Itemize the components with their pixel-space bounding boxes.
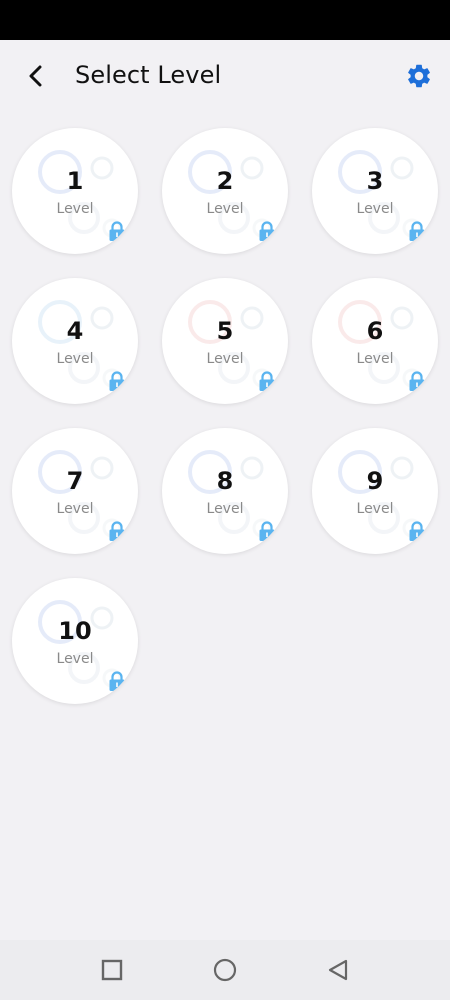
square-icon: [101, 959, 123, 981]
level-number: 9: [366, 467, 384, 495]
lock-icon: [109, 221, 125, 241]
lock-icon: [409, 221, 425, 241]
level-caption: Level: [206, 501, 244, 517]
level-caption: Level: [56, 501, 94, 517]
level-number: 2: [216, 167, 234, 195]
level-caption: Level: [56, 201, 94, 217]
level-caption: Level: [56, 651, 94, 667]
level-number: 1: [66, 167, 84, 195]
lock-icon: [259, 371, 275, 391]
lock-icon: [109, 521, 125, 541]
level-caption: Level: [356, 501, 394, 517]
level-caption: Level: [356, 201, 394, 217]
level-number: 8: [216, 467, 234, 495]
lock-icon: [259, 221, 275, 241]
lock-icon: [109, 671, 125, 691]
lock-icon: [409, 371, 425, 391]
system-back-button[interactable]: [325, 957, 351, 983]
level-caption: Level: [356, 351, 394, 367]
recents-button[interactable]: [99, 957, 125, 983]
level-number: 7: [66, 467, 84, 495]
level-card[interactable]: 3 Level: [312, 128, 438, 254]
level-card[interactable]: 8 Level: [162, 428, 288, 554]
level-card[interactable]: 5 Level: [162, 278, 288, 404]
level-number: 10: [58, 617, 92, 645]
home-button[interactable]: [212, 957, 238, 983]
level-grid: 1 Level 2 Level 3 Level 4 Level 5 Level 6 Level 7 Lev…: [0, 0, 450, 940]
level-number: 3: [366, 167, 384, 195]
triangle-back-icon: [328, 959, 348, 981]
lock-icon: [259, 521, 275, 541]
level-number: 4: [66, 317, 84, 345]
lock-icon: [109, 371, 125, 391]
level-caption: Level: [206, 351, 244, 367]
level-card[interactable]: 4 Level: [12, 278, 138, 404]
level-number: 6: [366, 317, 384, 345]
level-card[interactable]: 1 Level: [12, 128, 138, 254]
circle-icon: [213, 958, 237, 982]
system-nav-bar: [0, 940, 450, 1000]
level-caption: Level: [206, 201, 244, 217]
level-caption: Level: [56, 351, 94, 367]
level-card[interactable]: 9 Level: [312, 428, 438, 554]
lock-icon: [409, 521, 425, 541]
level-card[interactable]: 2 Level: [162, 128, 288, 254]
level-number: 5: [216, 317, 234, 345]
level-card[interactable]: 6 Level: [312, 278, 438, 404]
level-card[interactable]: 7 Level: [12, 428, 138, 554]
level-card[interactable]: 10 Level: [12, 578, 138, 704]
